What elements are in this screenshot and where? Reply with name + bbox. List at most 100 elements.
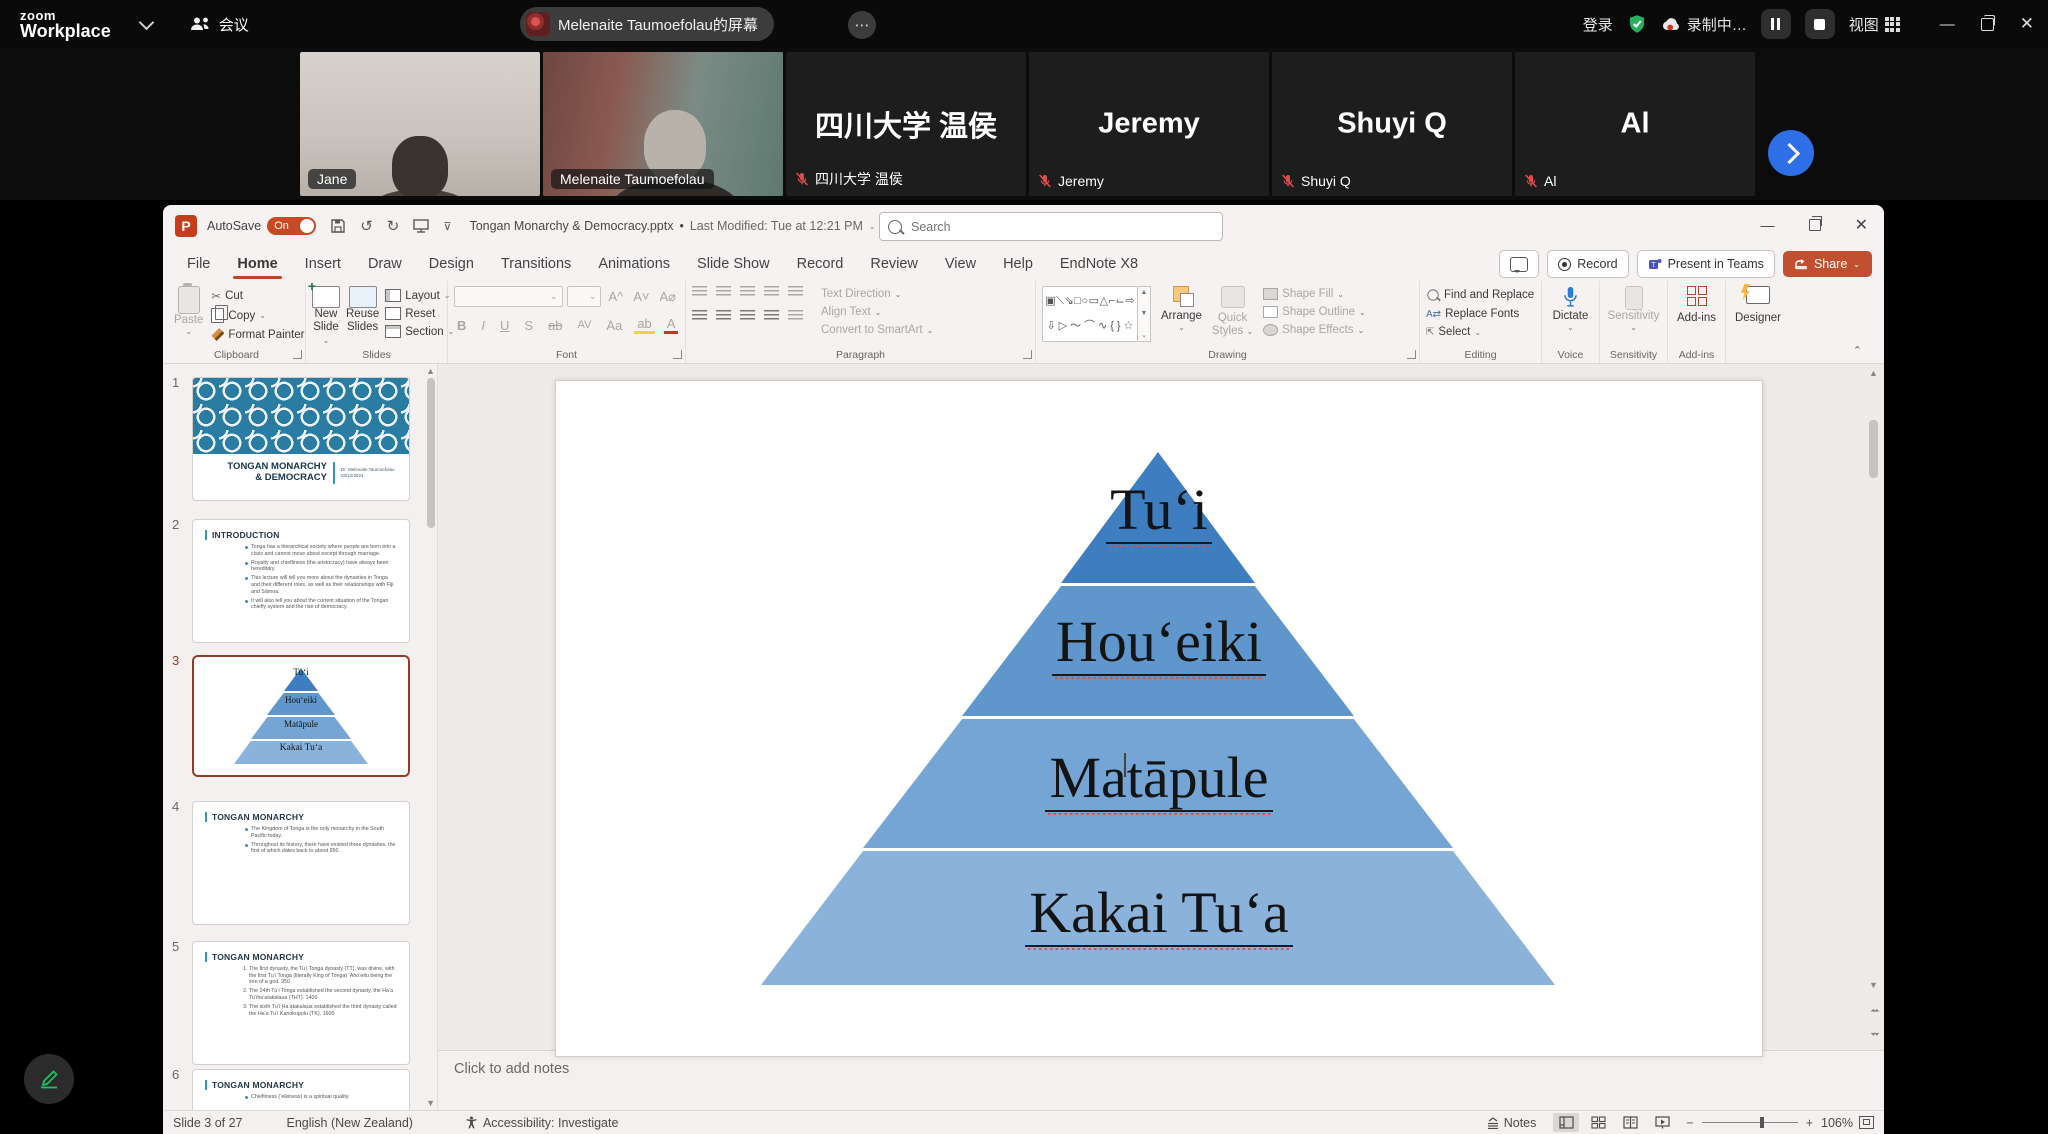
decrease-indent-button[interactable]: [740, 286, 755, 297]
sensitivity-button[interactable]: Sensitivity ⌄: [1606, 286, 1661, 332]
annotate-button[interactable]: [24, 1054, 74, 1104]
replace-fonts-button[interactable]: A⇄Replace Fonts: [1426, 308, 1535, 320]
text-direction-button[interactable]: Text Direction⌄: [821, 288, 933, 300]
pyramid-label-houeiki[interactable]: Hou‘eiki: [1052, 613, 1266, 676]
ppt-minimize-button[interactable]: —: [1761, 217, 1775, 233]
justify-button[interactable]: [764, 310, 779, 321]
present-in-teams-button[interactable]: T Present in Teams: [1637, 250, 1775, 278]
meeting-tab[interactable]: 会议: [190, 14, 249, 35]
zoom-slider[interactable]: − +: [1686, 1116, 1813, 1130]
underline-button[interactable]: U: [497, 318, 512, 333]
notes-pane[interactable]: Click to add notes: [438, 1050, 1884, 1110]
scrollbar-thumb[interactable]: [1869, 420, 1878, 478]
italic-button[interactable]: I: [478, 318, 488, 333]
video-tile-jane[interactable]: Jane: [300, 52, 540, 196]
video-tile-al[interactable]: Al Al: [1515, 52, 1755, 196]
slide-counter[interactable]: Slide 3 of 27: [173, 1116, 243, 1130]
shape-fill-button[interactable]: Shape Fill⌄: [1263, 288, 1366, 300]
font-color-button[interactable]: A: [664, 316, 679, 334]
tab-view[interactable]: View: [945, 256, 976, 272]
bullets-button[interactable]: [692, 286, 707, 297]
find-replace-button[interactable]: Find and Replace: [1426, 288, 1535, 302]
font-dialog-launcher[interactable]: [673, 350, 682, 359]
shape-effects-button[interactable]: Shape Effects⌄: [1263, 324, 1366, 336]
shrink-font-button[interactable]: A˅: [630, 289, 652, 304]
shape-gallery[interactable]: ▣⟍⇘□○▭△⌐⌙⇨⇩▷〜⌒∿{}☆ ▲▼⌄: [1042, 286, 1151, 342]
document-title[interactable]: Tongan Monarchy & Democracy.pptx • Last …: [469, 219, 875, 233]
clipboard-dialog-launcher[interactable]: [293, 350, 302, 359]
designer-button[interactable]: Designer: [1732, 286, 1784, 325]
slide-scrollbar[interactable]: ▲ ▼ ⏶⏶ ⏷⏷: [1867, 368, 1880, 1046]
undo-button[interactable]: ↺: [360, 217, 373, 235]
view-button[interactable]: 视图: [1849, 14, 1900, 35]
reset-button[interactable]: Reset: [385, 307, 454, 320]
strikethrough-button[interactable]: ab: [545, 318, 565, 333]
align-center-button[interactable]: [716, 310, 731, 321]
thumbnail-slide-1[interactable]: TONGAN MONARCHY& DEMOCRACY Dr. Melenaite…: [192, 377, 410, 501]
pyramid-label-tui[interactable]: Tu‘i: [1106, 481, 1212, 544]
quick-access-more-icon[interactable]: ⊽: [443, 220, 451, 233]
tab-endnote[interactable]: EndNote X8: [1060, 256, 1138, 272]
tab-draw[interactable]: Draw: [368, 256, 402, 272]
paragraph-dialog-launcher[interactable]: [1023, 350, 1032, 359]
drawing-dialog-launcher[interactable]: [1407, 350, 1416, 359]
display-settings-icon[interactable]: [413, 219, 429, 233]
slide-sorter-view-button[interactable]: [1585, 1113, 1611, 1132]
tab-record[interactable]: Record: [797, 256, 844, 272]
search-box[interactable]: [879, 212, 1223, 241]
section-button[interactable]: Section⌄: [385, 325, 454, 338]
stop-recording-button[interactable]: [1805, 9, 1835, 39]
more-options-button[interactable]: ⋯: [848, 11, 876, 39]
text-shadow-button[interactable]: S: [521, 318, 536, 333]
next-participants-button[interactable]: [1768, 130, 1814, 176]
select-button[interactable]: ⇱Select⌄: [1426, 326, 1535, 338]
slide-editing-area[interactable]: Tu‘i Hou‘eiki Matāpule Kakai Tu‘a ▲ ▼ ⏶⏶…: [438, 364, 1884, 1050]
tab-design[interactable]: Design: [429, 256, 474, 272]
pyramid-label-kakaitua[interactable]: Kakai Tu‘a: [1025, 884, 1292, 947]
pause-recording-button[interactable]: [1761, 9, 1791, 39]
video-tile-shuyi[interactable]: Shuyi Q Shuyi Q: [1272, 52, 1512, 196]
tab-slide-show[interactable]: Slide Show: [697, 256, 770, 272]
zoom-out-button[interactable]: −: [1686, 1116, 1693, 1130]
video-tile-sichuan[interactable]: 四川大学 温侯 四川大学 温侯: [786, 52, 1026, 196]
tab-animations[interactable]: Animations: [598, 256, 670, 272]
scroll-down-arrow[interactable]: ▼: [1867, 980, 1880, 990]
thumbnail-slide-3-selected[interactable]: Tu‘i Hou‘eiki Matāpule Kakai Tu‘a: [192, 655, 410, 777]
shape-gallery-scrollbar[interactable]: ▲▼⌄: [1138, 286, 1151, 342]
scroll-up-arrow[interactable]: ▲: [1867, 368, 1880, 378]
grow-font-button[interactable]: A^: [605, 289, 626, 304]
slideshow-view-button[interactable]: [1649, 1113, 1675, 1132]
thumbnails-scrollbar[interactable]: [427, 378, 435, 528]
zoom-in-button[interactable]: +: [1806, 1116, 1813, 1130]
tab-home[interactable]: Home: [237, 256, 277, 272]
slide-thumbnail-panel[interactable]: 1 TONGAN MONARCHY& DEMOCRACY Dr. Melenai…: [163, 364, 438, 1110]
align-right-button[interactable]: [740, 310, 755, 321]
new-slide-button[interactable]: + New Slide ⌄: [312, 286, 340, 348]
clear-formatting-button[interactable]: A⌀: [657, 289, 680, 305]
accessibility-status[interactable]: Accessibility: Investigate: [465, 1116, 618, 1130]
zoom-track[interactable]: [1702, 1122, 1798, 1123]
notes-toggle-button[interactable]: Notes: [1486, 1116, 1537, 1130]
align-text-button[interactable]: Align Text⌄: [821, 306, 933, 318]
normal-view-button[interactable]: [1553, 1113, 1579, 1132]
fit-slide-to-window-button[interactable]: [1859, 1116, 1874, 1129]
reading-view-button[interactable]: [1617, 1113, 1643, 1132]
dictate-button[interactable]: Dictate ⌄: [1548, 286, 1593, 332]
zoom-thumb[interactable]: [1760, 1117, 1764, 1128]
thumbnail-slide-5[interactable]: TONGAN MONARCHY The first dynasty, the T…: [192, 941, 410, 1065]
font-size-dropdown[interactable]: ⌄: [567, 286, 602, 307]
thumbnails-scroll-up[interactable]: ▲: [426, 366, 435, 376]
minimize-button[interactable]: —: [1940, 16, 1955, 33]
tab-help[interactable]: Help: [1003, 256, 1033, 272]
next-slide-button[interactable]: ⏷⏷: [1867, 1030, 1880, 1040]
video-tile-jeremy[interactable]: Jeremy Jeremy: [1029, 52, 1269, 196]
chevron-down-icon[interactable]: [138, 14, 154, 30]
increase-indent-button[interactable]: [764, 286, 779, 297]
reuse-slides-button[interactable]: Reuse Slides: [346, 286, 379, 348]
arrange-button[interactable]: Arrange ⌄: [1161, 286, 1202, 332]
shared-screen-pill[interactable]: Melenaite Taumoefolau的屏幕: [520, 7, 774, 41]
zoom-percentage[interactable]: 106%: [1821, 1116, 1853, 1130]
ppt-close-button[interactable]: ✕: [1855, 215, 1868, 235]
cut-button[interactable]: ✂Cut: [211, 289, 304, 303]
thumbnail-slide-4[interactable]: TONGAN MONARCHY The Kingdom of Tonga is …: [192, 801, 410, 925]
